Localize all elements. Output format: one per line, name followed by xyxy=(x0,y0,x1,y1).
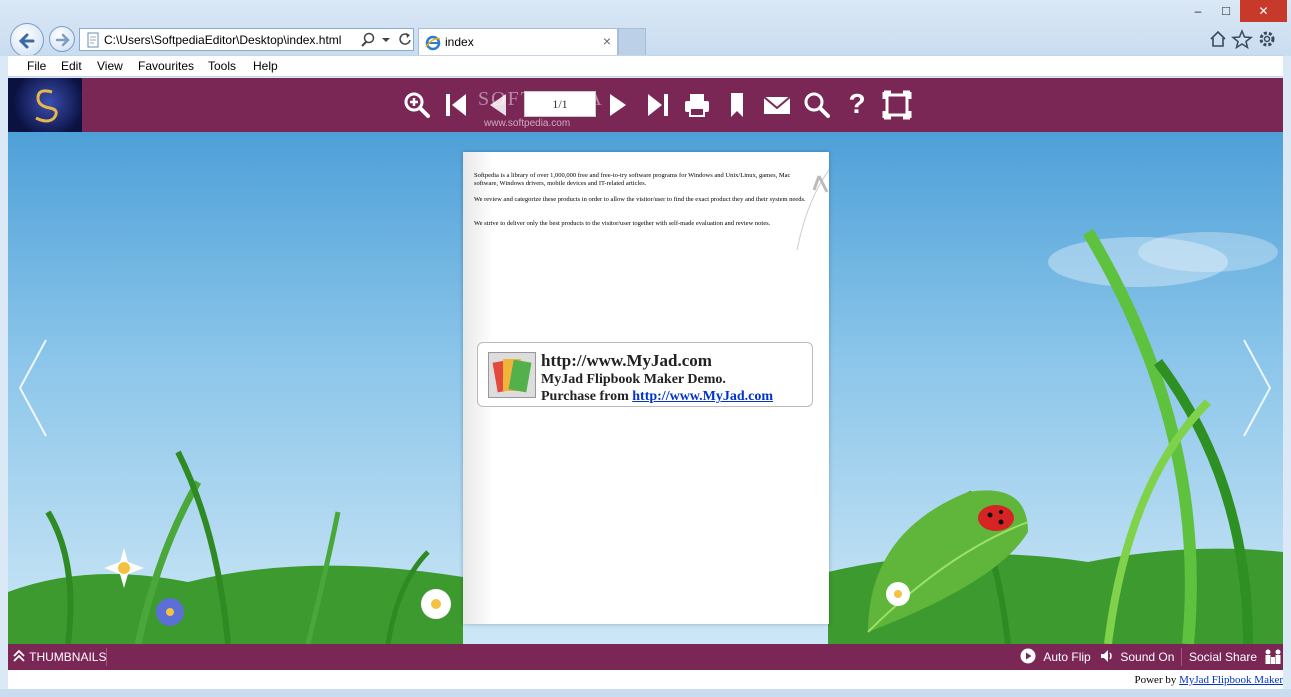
tab-index[interactable]: index × xyxy=(418,28,618,55)
page-footer: Power by MyJad Flipbook Maker xyxy=(8,670,1283,689)
speaker-icon xyxy=(1101,650,1112,662)
page-paragraph-1: Softpedia is a library of over 1,000,000… xyxy=(474,172,791,187)
tab-title: index xyxy=(445,35,474,49)
auto-flip-label: Auto Flip xyxy=(1043,650,1091,664)
flipbook-app-icon xyxy=(488,352,536,398)
powered-by-link[interactable]: MyJad Flipbook Maker xyxy=(1179,674,1283,686)
book-page[interactable]: Softpedia is a library of over 1,000,000… xyxy=(463,152,829,624)
promo-purchase-link[interactable]: http://www.MyJad.com xyxy=(632,389,773,404)
last-page-icon[interactable] xyxy=(642,90,672,120)
back-arrow-icon xyxy=(18,33,35,49)
back-button[interactable] xyxy=(10,23,44,57)
print-icon[interactable] xyxy=(682,90,712,120)
new-tab-button[interactable] xyxy=(618,28,646,55)
share-people-icon xyxy=(1265,649,1281,664)
promo-purchase: Purchase from http://www.MyJad.com xyxy=(541,389,773,405)
zoom-in-icon[interactable] xyxy=(402,90,432,120)
address-text: C:\Users\SoftpediaEditor\Desktop\index.h… xyxy=(104,33,342,47)
previous-page-arrow-icon[interactable] xyxy=(16,338,50,438)
window-frame-bottom xyxy=(0,689,1291,697)
gear-icon[interactable] xyxy=(1259,31,1275,47)
next-page-icon[interactable] xyxy=(604,90,634,120)
book-stage: Softpedia is a library of over 1,000,000… xyxy=(8,132,1283,644)
menu-file[interactable]: File xyxy=(27,59,46,73)
powered-by: Power by MyJad Flipbook Maker xyxy=(1135,674,1284,686)
email-icon[interactable] xyxy=(762,90,792,120)
fullscreen-icon[interactable] xyxy=(882,90,912,120)
promo-box: http://www.MyJad.com MyJad Flipbook Make… xyxy=(477,342,813,407)
page-curl-icon[interactable] xyxy=(779,170,829,260)
menu-help[interactable]: Help xyxy=(253,59,278,73)
page-paragraph-3: We strive to deliver only the best produ… xyxy=(474,220,771,227)
book-stack-icon xyxy=(492,359,532,393)
menu-tools[interactable]: Tools xyxy=(208,59,236,73)
favorites-star-icon[interactable] xyxy=(1231,29,1253,50)
menu-edit[interactable]: Edit xyxy=(61,59,82,73)
sound-button[interactable]: Sound On xyxy=(1099,648,1174,664)
refresh-icon[interactable] xyxy=(399,33,411,45)
promo-purchase-label: Purchase from xyxy=(541,389,633,404)
flipbook-toolbar: SOFTPEDIA www.softpedia.com 1/1 ? xyxy=(8,78,1283,132)
promo-title: MyJad Flipbook Maker Demo. xyxy=(541,372,726,387)
browser-tools xyxy=(1210,29,1275,50)
address-bar[interactable]: C:\Users\SoftpediaEditor\Desktop\index.h… xyxy=(79,28,414,51)
bookmark-icon[interactable] xyxy=(722,90,752,120)
first-page-icon[interactable] xyxy=(442,90,472,120)
swirl-logo-icon xyxy=(35,89,58,123)
minimize-button[interactable]: – xyxy=(1184,0,1212,22)
flipbook: SOFTPEDIA www.softpedia.com 1/1 ? xyxy=(8,78,1283,670)
page-icon xyxy=(87,32,99,48)
powered-by-label: Power by xyxy=(1134,674,1180,686)
forward-button[interactable] xyxy=(49,26,75,52)
ie-icon xyxy=(425,35,441,51)
page-paragraph-2: We review and categorize these products … xyxy=(474,196,806,203)
home-icon[interactable] xyxy=(1210,30,1226,47)
previous-page-icon[interactable] xyxy=(482,90,512,120)
forward-arrow-icon xyxy=(55,33,70,47)
promo-url: http://www.MyJad.com xyxy=(541,351,712,370)
maximize-button[interactable]: □ xyxy=(1212,0,1240,22)
sound-label: Sound On xyxy=(1120,650,1175,664)
menu-favourites[interactable]: Favourites xyxy=(138,59,194,73)
logo xyxy=(8,78,82,132)
browser-chrome: C:\Users\SoftpediaEditor\Desktop\index.h… xyxy=(0,0,1291,57)
page-number-input[interactable]: 1/1 xyxy=(524,91,596,117)
divider xyxy=(1181,648,1182,666)
auto-flip-button[interactable]: Auto Flip xyxy=(1020,648,1091,664)
social-share-label: Social Share xyxy=(1189,650,1258,664)
close-tab-icon[interactable]: × xyxy=(603,33,611,49)
chevron-up-icon xyxy=(13,649,25,662)
play-circle-icon xyxy=(1020,648,1036,664)
help-icon[interactable]: ? xyxy=(842,88,872,119)
thumbnails-button[interactable]: THUMBNAILS xyxy=(12,649,106,664)
social-share-button[interactable]: Social Share xyxy=(1189,648,1282,664)
thumbnails-label: THUMBNAILS xyxy=(29,650,107,664)
next-page-arrow-icon[interactable] xyxy=(1240,338,1274,438)
address-actions xyxy=(361,32,411,47)
flipbook-bottom-bar: THUMBNAILS Auto Flip Sound On Social Sha… xyxy=(8,644,1283,670)
menu-view[interactable]: View xyxy=(97,59,123,73)
search-icon[interactable] xyxy=(361,32,375,47)
search-icon[interactable] xyxy=(802,90,832,120)
divider xyxy=(106,648,107,666)
dropdown-icon[interactable] xyxy=(382,38,390,42)
menu-bar: File Edit View Favourites Tools Help xyxy=(8,55,1283,77)
close-button[interactable]: ✕ xyxy=(1240,0,1287,22)
